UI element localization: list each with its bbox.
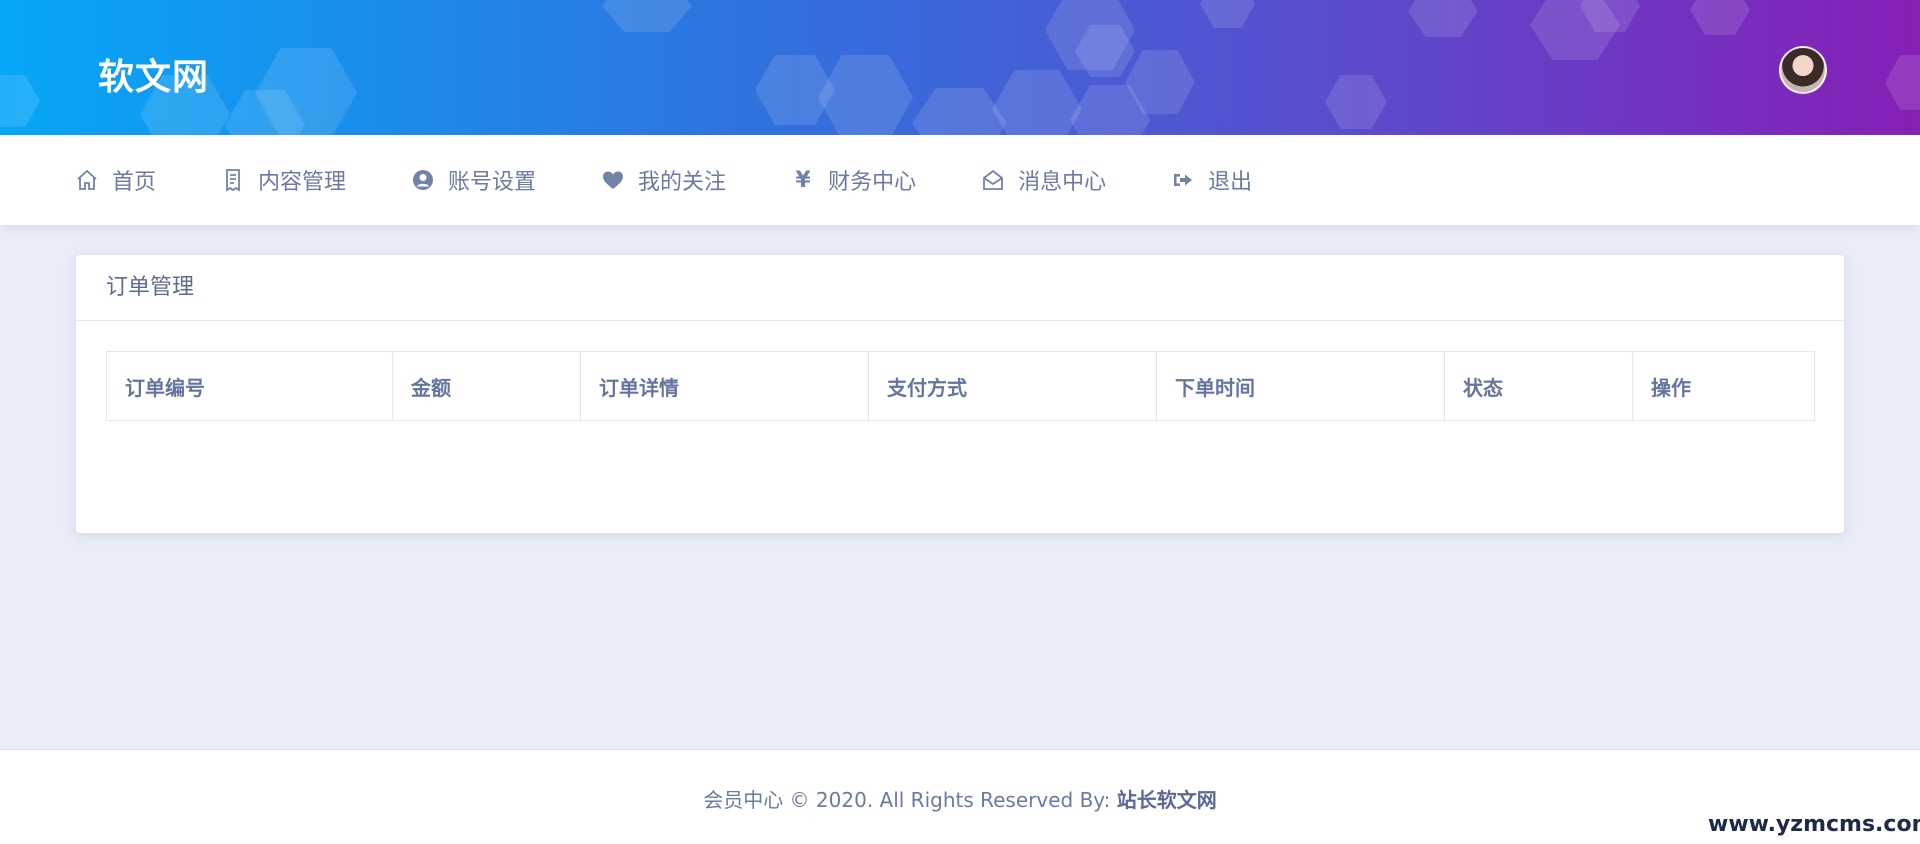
sign-out-icon xyxy=(1170,167,1196,193)
column-header-payment: 支付方式 xyxy=(868,351,1157,421)
heart-icon xyxy=(600,167,626,193)
nav-item-label: 消息中心 xyxy=(1018,170,1107,195)
column-header-time: 下单时间 xyxy=(1156,351,1445,421)
home-icon xyxy=(74,167,100,193)
orders-card: 订单管理 订单编号 金额 订单详情 支付方式 下单时间 状态 操作 xyxy=(75,254,1845,534)
column-header-details: 订单详情 xyxy=(580,351,869,421)
card-title: 订单管理 xyxy=(76,255,1844,321)
nav-item-label: 首页 xyxy=(112,170,157,195)
nav-item-follow[interactable]: 我的关注 xyxy=(600,164,726,196)
main-nav: 首页 内容管理 账号设置 我的关注 ¥ 财务中心 消息中心 退出 xyxy=(0,135,1920,225)
site-logo[interactable]: 软文网 xyxy=(98,48,209,100)
nav-item-label: 我的关注 xyxy=(638,170,727,195)
nav-item-account[interactable]: 账号设置 xyxy=(410,164,536,196)
nav-item-label: 内容管理 xyxy=(258,170,347,195)
envelope-open-icon xyxy=(980,167,1006,193)
nav-item-label: 账号设置 xyxy=(448,170,537,195)
nav-item-finance[interactable]: ¥ 财务中心 xyxy=(790,164,916,196)
column-header-amount: 金额 xyxy=(392,351,581,421)
column-header-actions: 操作 xyxy=(1632,351,1815,421)
footer-text: 会员中心 © 2020. All Rights Reserved By: xyxy=(703,788,1117,812)
footer-copyright: 会员中心 © 2020. All Rights Reserved By: 站长软… xyxy=(0,784,1920,813)
page-footer: 会员中心 © 2020. All Rights Reserved By: 站长软… xyxy=(0,749,1920,844)
orders-table: 订单编号 金额 订单详情 支付方式 下单时间 状态 操作 xyxy=(106,351,1815,421)
user-avatar[interactable] xyxy=(1779,46,1827,94)
column-header-status: 状态 xyxy=(1444,351,1633,421)
nav-item-content[interactable]: 内容管理 xyxy=(220,164,346,196)
yen-icon: ¥ xyxy=(795,167,811,193)
table-header-row: 订单编号 金额 订单详情 支付方式 下单时间 状态 操作 xyxy=(106,351,1815,421)
nav-item-label: 退出 xyxy=(1208,170,1253,195)
nav-item-home[interactable]: 首页 xyxy=(74,164,156,196)
nav-item-label: 财务中心 xyxy=(828,170,917,195)
nav-item-logout[interactable]: 退出 xyxy=(1170,164,1252,196)
document-icon xyxy=(220,167,246,193)
user-circle-icon xyxy=(410,167,436,193)
page-header: 软文网 xyxy=(0,0,1920,135)
footer-site-link[interactable]: 站长软文网 xyxy=(1117,788,1217,812)
nav-item-messages[interactable]: 消息中心 xyxy=(980,164,1106,196)
watermark: www.yzmcms.com xyxy=(1708,812,1920,837)
column-header-order-id: 订单编号 xyxy=(106,351,393,421)
